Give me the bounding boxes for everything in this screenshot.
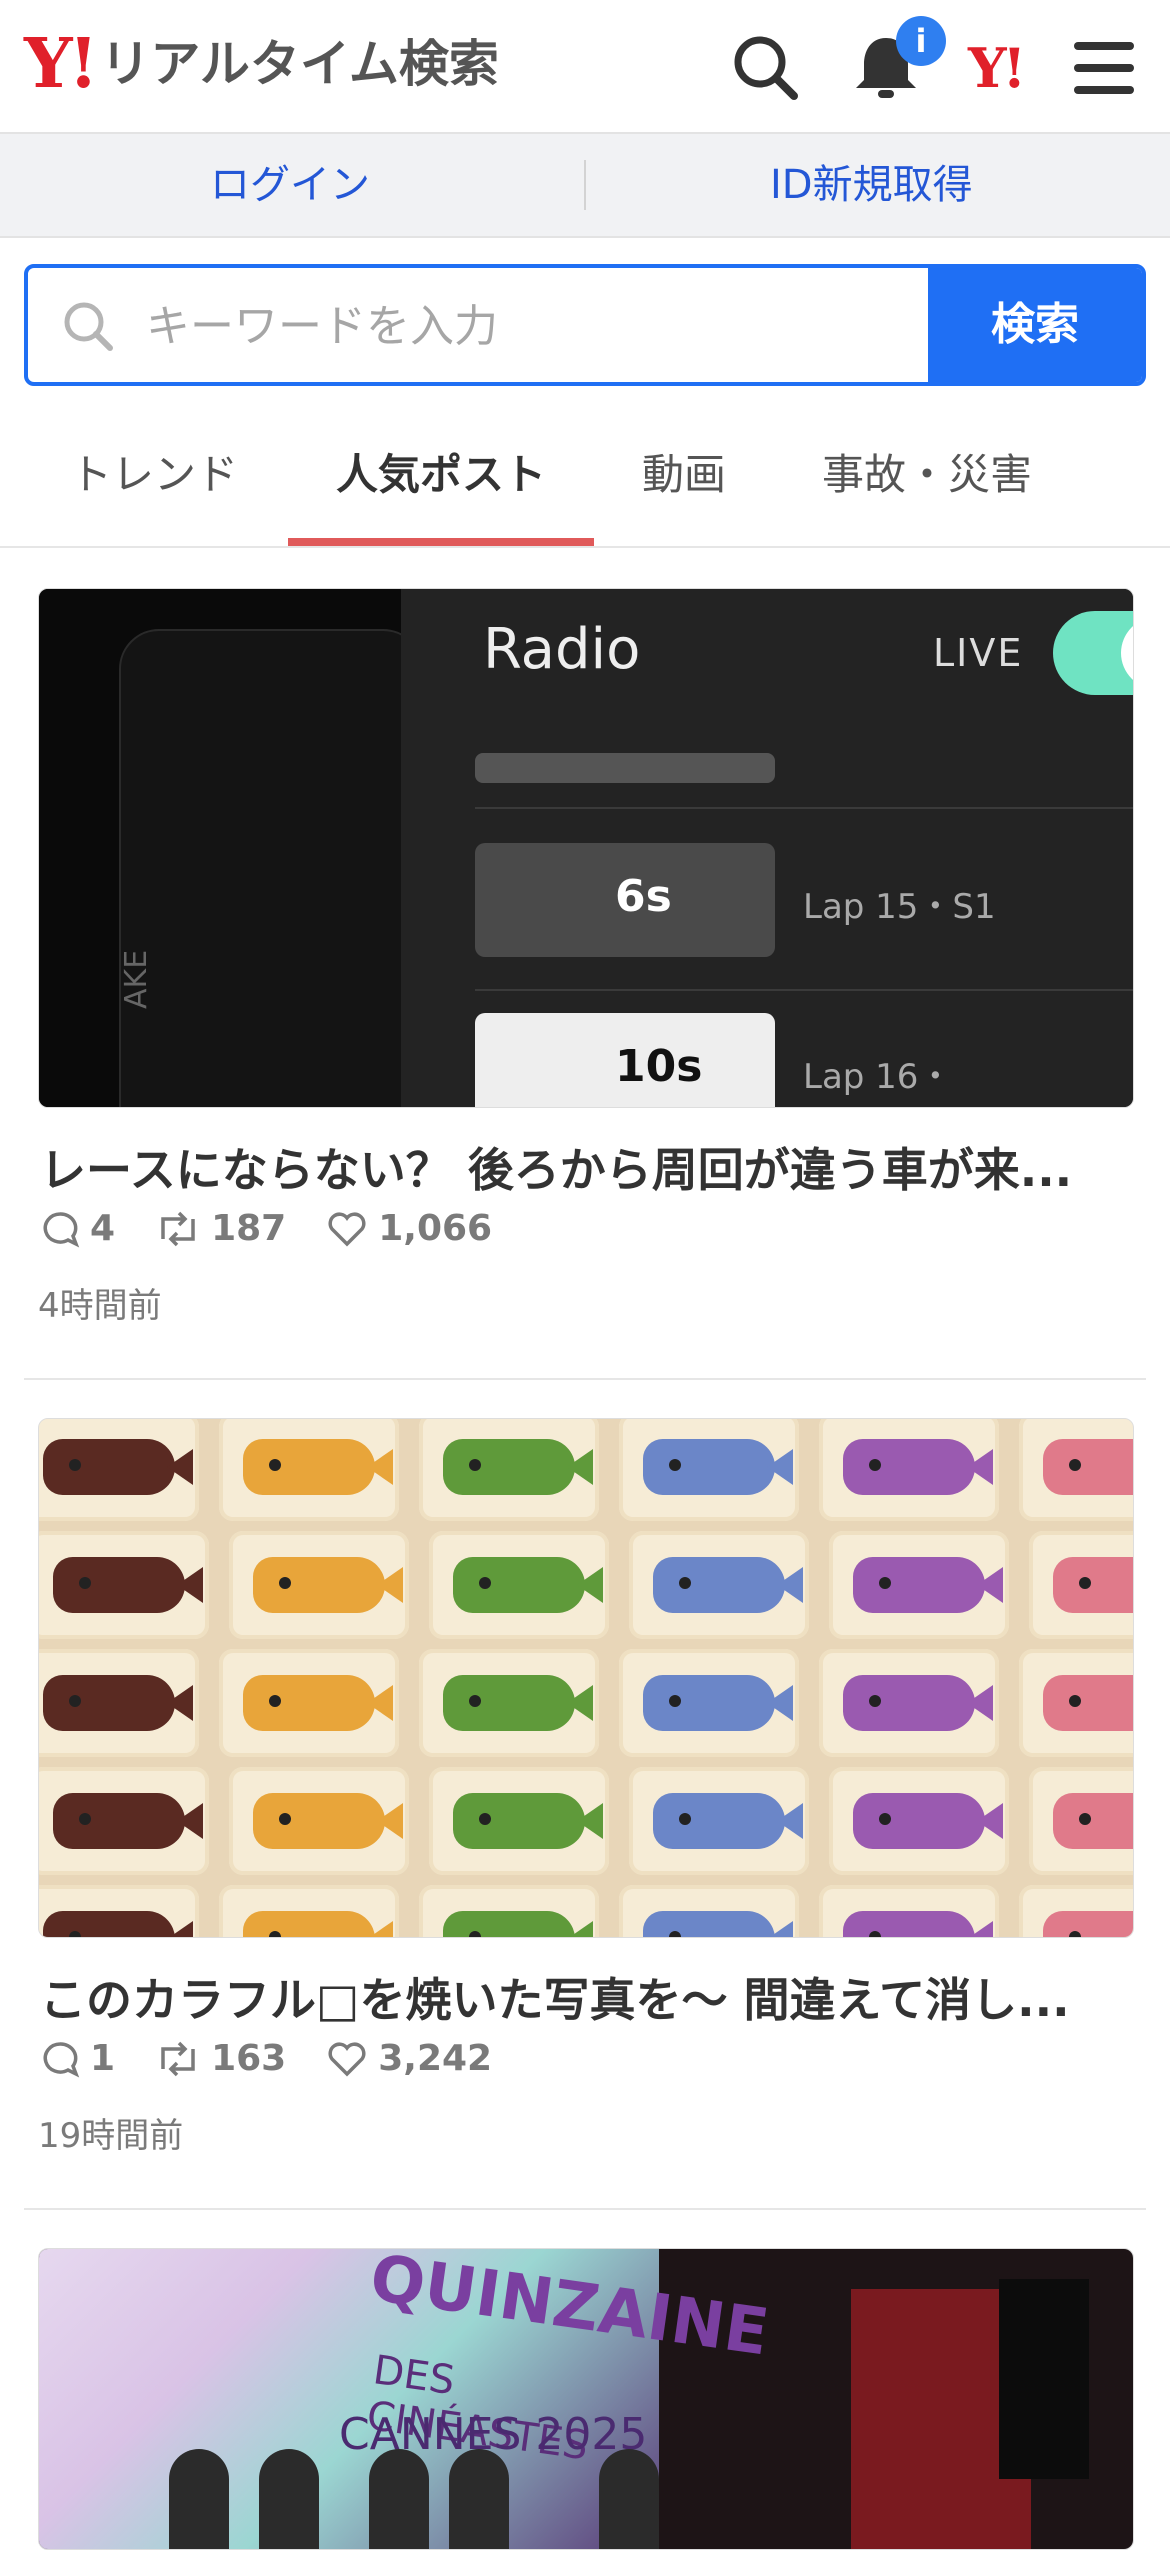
login-bar: ログイン ID新規取得: [0, 134, 1170, 238]
repost-count[interactable]: 163: [155, 2038, 286, 2079]
search-button[interactable]: 検索: [928, 268, 1142, 382]
thumb-lap-text: Lap 15・S1: [803, 887, 996, 927]
thumb-chip: 6s: [475, 843, 775, 957]
register-link[interactable]: ID新規取得: [770, 134, 973, 236]
tab-videos[interactable]: 動画: [610, 420, 758, 546]
category-tabs: トレンド 人気ポスト 動画 事故・災害: [0, 420, 1170, 548]
cookie-tile: [219, 1419, 399, 1521]
cookie-tile: [1029, 1531, 1133, 1639]
cookie-tile: [219, 1885, 399, 1937]
heart-icon: [328, 1212, 366, 1246]
cookie-tile: [1019, 1885, 1133, 1937]
post-title[interactable]: レースにならない？ 後ろから周回が違う車が来...: [40, 1134, 1130, 1200]
repost-icon: [161, 1211, 195, 1246]
reply-count[interactable]: 4: [40, 1208, 115, 1249]
cookie-tile: [39, 1531, 209, 1639]
login-divider: [584, 160, 586, 210]
divider: [24, 1378, 1146, 1380]
heart-icon: [328, 2042, 366, 2076]
cookie-tile: [819, 1419, 999, 1521]
repost-count[interactable]: 187: [155, 1208, 286, 1249]
post-stats: 1 163 3,242: [40, 2038, 532, 2079]
cookie-tile: [419, 1885, 599, 1937]
cookie-tile: [1019, 1419, 1133, 1521]
post-time: 4時間前: [38, 1286, 162, 1326]
menu-icon[interactable]: [1064, 28, 1144, 108]
cookie-tile: [39, 1885, 199, 1937]
thumb-poster-title: QUINZAINE: [365, 2248, 773, 2371]
tab-accidents-disasters[interactable]: 事故・災害: [800, 420, 1054, 546]
like-count[interactable]: 1,066: [326, 1208, 492, 1249]
notification-badge: i: [896, 16, 946, 66]
cookie-tile: [629, 1531, 809, 1639]
like-count[interactable]: 3,242: [326, 2038, 492, 2079]
search-input-icon: [64, 302, 113, 351]
search-icon[interactable]: [726, 28, 806, 108]
post-stats: 4 187 1,066: [40, 1208, 532, 1249]
repost-icon: [161, 2041, 195, 2076]
app-header: Y! リアルタイム検索 i Y!: [0, 0, 1170, 134]
cookie-tile: [829, 1531, 1009, 1639]
cookie-tile: [429, 1767, 609, 1875]
cookie-tile: [619, 1885, 799, 1937]
divider: [24, 2208, 1146, 2210]
cookie-tile: [619, 1649, 799, 1757]
cookie-tile: [619, 1419, 799, 1521]
search-box: 検索: [24, 264, 1146, 386]
thumb-lap-text: Lap 16・: [803, 1057, 953, 1097]
cookie-tile: [419, 1649, 599, 1757]
cookie-tile: [39, 1767, 209, 1875]
reply-count[interactable]: 1: [40, 2038, 115, 2079]
thumb-chip: 10s: [475, 1013, 775, 1107]
thumb-radio-title: Radio: [483, 617, 641, 682]
reply-icon: [43, 1211, 80, 1248]
tab-popular-posts[interactable]: 人気ポスト: [288, 420, 594, 546]
cookie-tile: [229, 1767, 409, 1875]
post-thumbnail[interactable]: QUINZAINE DES CINÉASTES CANNES 2025: [38, 2248, 1134, 2550]
cookie-tile: [1029, 1767, 1133, 1875]
yahoo-realtime-logo[interactable]: Y! リアルタイム検索: [24, 30, 499, 98]
reply-icon: [43, 2041, 80, 2078]
cookie-tile: [429, 1531, 609, 1639]
post-title[interactable]: このカラフル□を焼いた写真を〜 間違えて消し...: [40, 1964, 1130, 2030]
search-input[interactable]: [144, 268, 948, 382]
cookie-tile: [39, 1649, 199, 1757]
post-thumbnail[interactable]: AKE Radio LIVE 6s Lap 15・S1 10s Lap 16・: [38, 588, 1134, 1108]
logo-text: リアルタイム検索: [100, 35, 499, 93]
cookie-tile: [39, 1419, 199, 1521]
cookie-tile: [219, 1649, 399, 1757]
cookie-tile: [1019, 1649, 1133, 1757]
yahoo-icon[interactable]: Y!: [968, 36, 1026, 100]
post-thumbnail[interactable]: [38, 1418, 1134, 1938]
cookie-tile: [819, 1649, 999, 1757]
cookie-tile: [419, 1419, 599, 1521]
login-link[interactable]: ログイン: [210, 134, 370, 236]
thumb-side-text: AKE: [119, 949, 154, 1009]
cookie-tile: [629, 1767, 809, 1875]
cookie-tile: [829, 1767, 1009, 1875]
cookie-tile: [819, 1885, 999, 1937]
thumb-live-label: LIVE: [933, 631, 1024, 675]
thumb-toggle: [1053, 611, 1133, 695]
yahoo-logo-mark: Y!: [24, 24, 98, 104]
cookie-tile: [229, 1531, 409, 1639]
tab-trend[interactable]: トレンド: [44, 420, 264, 546]
post-time: 19時間前: [38, 2116, 184, 2156]
